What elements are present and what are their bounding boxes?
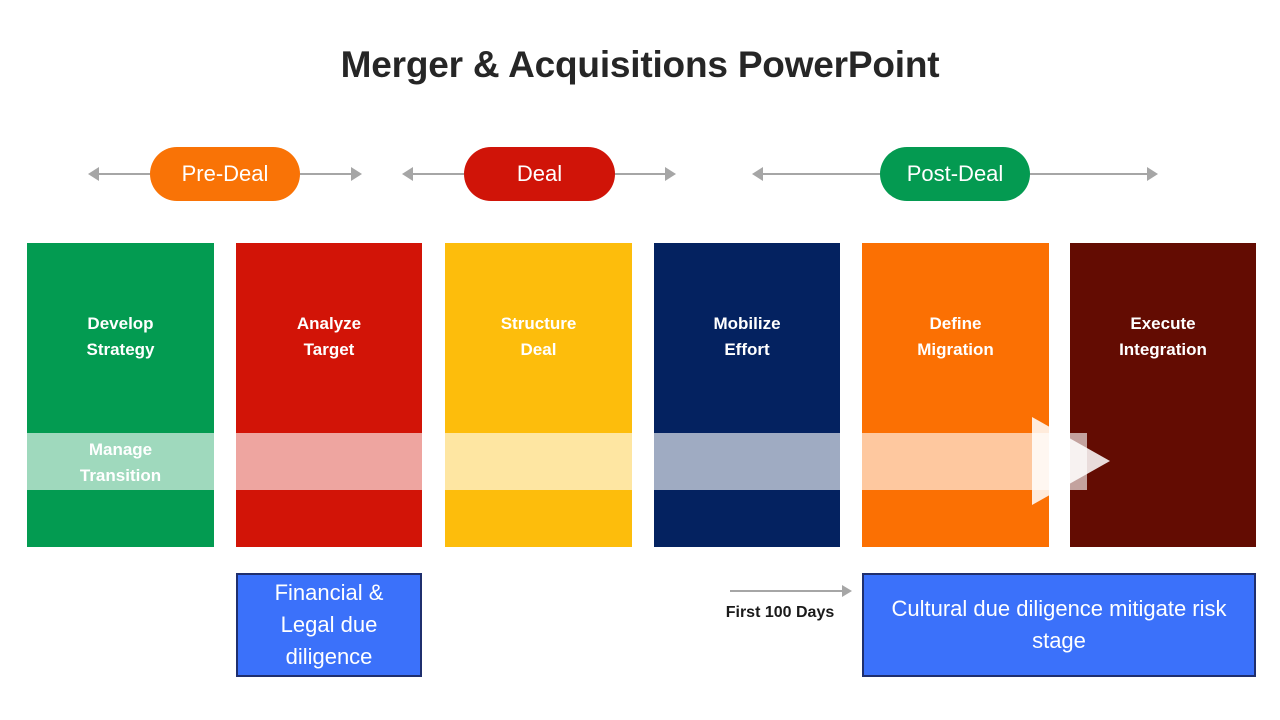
page-title: Merger & Acquisitions PowerPoint: [340, 44, 940, 85]
stage-label: Analyze Target: [296, 314, 362, 359]
phase-pill-label: Post-Deal: [906, 161, 1004, 186]
phase-pill-label: Deal: [516, 161, 563, 186]
phase-pill-deal[interactable]: Deal: [464, 147, 615, 201]
first-100-days-arrow-line: [730, 590, 842, 592]
phase-pill-post-deal[interactable]: Post-Deal: [880, 147, 1030, 201]
stage-column-define-migration[interactable]: Define Migration: [862, 243, 1049, 547]
phase-arrow-line-left: [763, 173, 880, 175]
stage-column-develop-strategy[interactable]: Develop Strategy: [27, 243, 214, 547]
phase-pill-label: Pre-Deal: [181, 161, 269, 186]
slide-canvas: Merger & Acquisitions PowerPoint Pre-Dea…: [0, 0, 1280, 720]
arrow-right-icon: [1147, 167, 1158, 181]
stage-column-mobilize-effort[interactable]: Mobilize Effort: [654, 243, 840, 547]
manage-transition-label: Manage Transition: [79, 440, 162, 485]
first-100-days-arrow-head-icon: [842, 585, 852, 597]
phase-arrow-line-right: [1030, 173, 1147, 175]
stage-column-structure-deal[interactable]: Structure Deal: [445, 243, 632, 547]
transition-arrow-head-icon: [1032, 417, 1110, 505]
callout-financial-legal-due-diligence[interactable]: Financial & Legal due diligence: [236, 573, 422, 677]
callout-cultural-text: Cultural due diligence mitigate risk sta…: [891, 596, 1227, 653]
callout-financial-text: Financial & Legal due diligence: [274, 580, 384, 669]
stage-label: Define Migration: [917, 314, 994, 359]
stage-label: Mobilize Effort: [713, 314, 781, 359]
stage-label: Execute Integration: [1119, 314, 1207, 359]
stage-label: Structure Deal: [500, 314, 577, 359]
first-100-days-label: First 100 Days: [725, 604, 835, 621]
callout-cultural-due-diligence[interactable]: Cultural due diligence mitigate risk sta…: [862, 573, 1256, 677]
arrow-left-icon: [752, 167, 763, 181]
stage-label: Develop Strategy: [86, 314, 155, 359]
phase-pill-pre-deal[interactable]: Pre-Deal: [150, 147, 300, 201]
stage-column-analyze-target[interactable]: Analyze Target: [236, 243, 422, 547]
